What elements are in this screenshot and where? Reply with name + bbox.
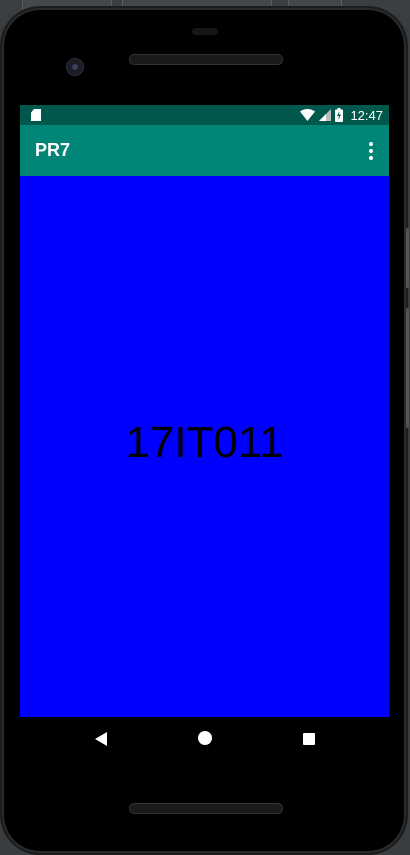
volume-button[interactable]	[406, 308, 409, 428]
status-time: 12:47	[350, 107, 383, 123]
status-bar: 12:47	[20, 105, 389, 125]
status-icons: 12:47	[300, 105, 383, 125]
phone-frame: 12:47 PR7 17IT011	[2, 8, 409, 853]
earpiece-speaker	[129, 54, 283, 65]
sd-card-icon	[31, 109, 41, 121]
top-slot	[192, 28, 218, 35]
cell-signal-icon	[319, 109, 332, 121]
back-icon[interactable]	[95, 732, 107, 746]
device-screen: 12:47 PR7 17IT011	[20, 105, 389, 717]
app-toolbar: PR7	[20, 125, 389, 176]
front-camera-icon	[66, 58, 84, 76]
app-title: PR7	[35, 140, 71, 160]
power-button[interactable]	[406, 228, 409, 288]
more-vert-icon[interactable]	[361, 138, 381, 164]
student-id-text: 17IT011	[125, 418, 284, 467]
recents-icon[interactable]	[303, 733, 315, 745]
wifi-icon	[300, 109, 316, 121]
navigation-bar	[20, 717, 389, 759]
home-icon[interactable]	[198, 731, 212, 745]
battery-icon	[335, 108, 344, 122]
bottom-speaker	[129, 803, 283, 814]
main-content: 17IT011	[20, 176, 389, 717]
